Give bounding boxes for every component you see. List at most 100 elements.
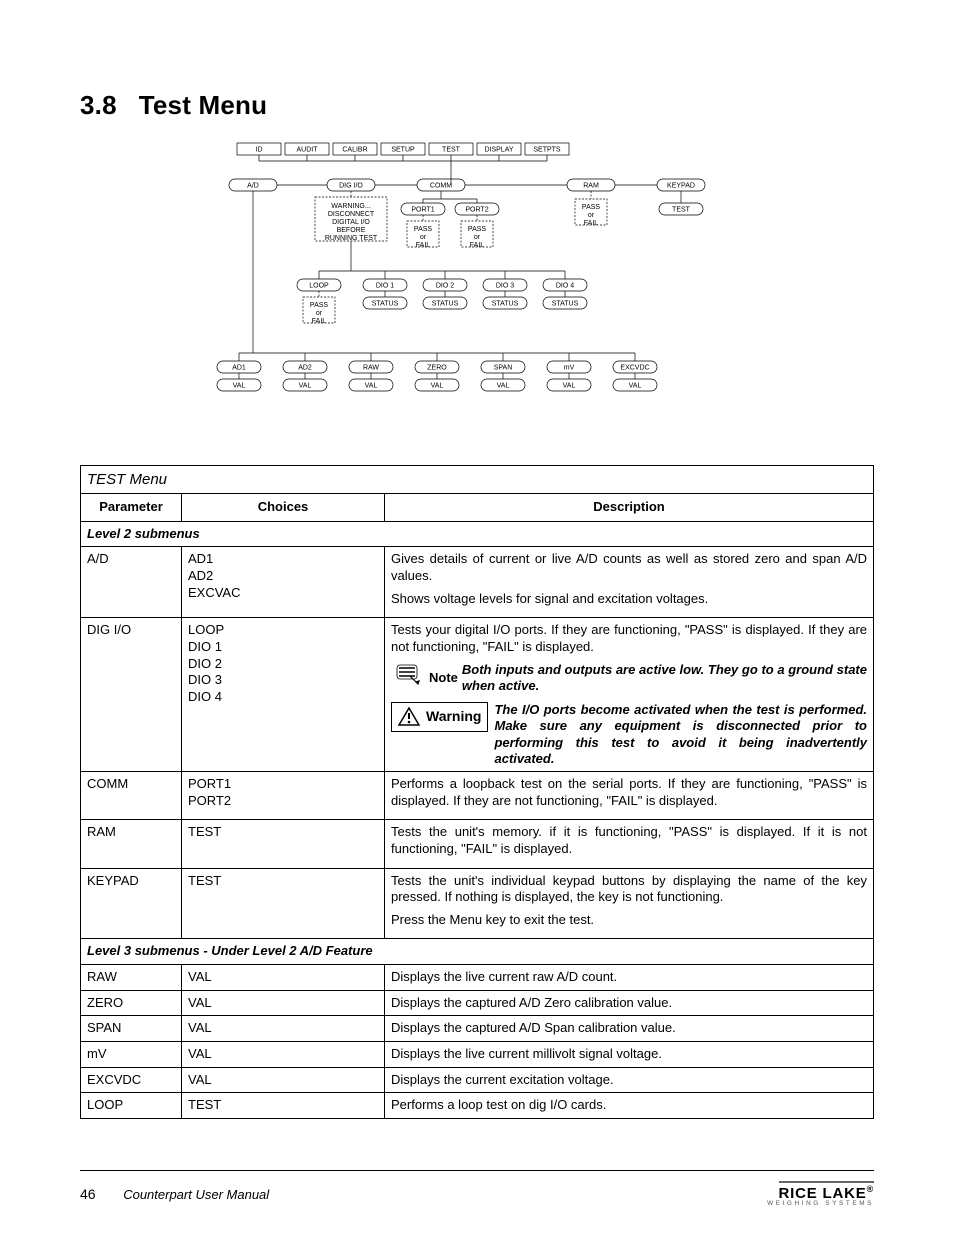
manual-title: Counterpart User Manual [123, 1187, 269, 1202]
svg-text:EXCVDC: EXCVDC [620, 364, 649, 371]
svg-text:DIO 4: DIO 4 [556, 282, 574, 289]
choices-cell: VAL [182, 965, 385, 991]
subhead-level3: Level 3 submenus - Under Level 2 A/D Fea… [81, 939, 874, 965]
svg-text:DIGITAL I/O: DIGITAL I/O [332, 219, 370, 226]
choices-cell: LOOPDIO 1DIO 2DIO 3DIO 4 [182, 618, 385, 772]
choices-cell: VAL [182, 1041, 385, 1067]
svg-text:FAIL: FAIL [312, 318, 327, 325]
svg-text:RAM: RAM [583, 182, 599, 189]
param-cell: DIG I/O [81, 618, 182, 772]
note-text: Both inputs and outputs are active low. … [462, 662, 867, 695]
col-parameter: Parameter [81, 494, 182, 522]
svg-text:PORT2: PORT2 [465, 206, 488, 213]
svg-text:FAIL: FAIL [584, 220, 599, 227]
svg-text:VAL: VAL [299, 382, 312, 389]
svg-text:DISPLAY: DISPLAY [484, 146, 513, 153]
choices-cell: VAL [182, 1067, 385, 1093]
param-cell: mV [81, 1041, 182, 1067]
svg-text:DIO 2: DIO 2 [436, 282, 454, 289]
svg-text:STATUS: STATUS [432, 300, 459, 307]
table-title: TEST Menu [81, 466, 874, 494]
warning-text: The I/O ports become activated when the … [494, 702, 867, 767]
svg-text:or: or [588, 212, 595, 219]
svg-text:CALIBR: CALIBR [342, 146, 367, 153]
desc-cell: Displays the live current millivolt sign… [385, 1041, 874, 1067]
svg-text:or: or [316, 310, 323, 317]
svg-text:SETPTS: SETPTS [533, 146, 561, 153]
svg-text:VAL: VAL [365, 382, 378, 389]
menu-tree-diagram: IDAUDITCALIBRSETUPTESTDISPLAYSETPTS A/DD… [197, 139, 757, 439]
svg-text:PASS: PASS [582, 204, 600, 211]
svg-text:LOOP: LOOP [309, 282, 329, 289]
svg-text:VAL: VAL [497, 382, 510, 389]
param-cell: KEYPAD [81, 868, 182, 939]
svg-text:VAL: VAL [563, 382, 576, 389]
choices-cell: TEST [182, 868, 385, 939]
svg-text:PASS: PASS [468, 226, 486, 233]
svg-text:STATUS: STATUS [372, 300, 399, 307]
note-icon [391, 662, 427, 686]
param-cell: ZERO [81, 990, 182, 1016]
svg-text:KEYPAD: KEYPAD [667, 182, 695, 189]
section-name: Test Menu [139, 90, 267, 120]
svg-text:VAL: VAL [629, 382, 642, 389]
svg-text:TEST: TEST [442, 146, 461, 153]
choices-cell: TEST [182, 1093, 385, 1119]
svg-text:SPAN: SPAN [494, 364, 513, 371]
desc-cell: Performs a loopback test on the serial p… [385, 772, 874, 820]
param-cell: SPAN [81, 1016, 182, 1042]
svg-text:BEFORE: BEFORE [337, 227, 366, 234]
desc-cell: Tests your digital I/O ports. If they ar… [385, 618, 874, 772]
page-footer: 46 Counterpart User Manual RICE LAKE® WE… [80, 1170, 874, 1207]
desc-cell: Tests the unit's individual keypad butto… [385, 868, 874, 939]
svg-text:or: or [420, 234, 427, 241]
choices-cell: VAL [182, 990, 385, 1016]
col-description: Description [385, 494, 874, 522]
svg-text:AUDIT: AUDIT [297, 146, 319, 153]
svg-text:or: or [474, 234, 481, 241]
svg-text:COMM: COMM [430, 182, 452, 189]
choices-cell: TEST [182, 820, 385, 868]
svg-text:A/D: A/D [247, 182, 259, 189]
rice-lake-logo: RICE LAKE® WEIGHING SYSTEMS [767, 1181, 874, 1207]
warning-icon [398, 707, 420, 727]
desc-cell: Displays the captured A/D Span calibrati… [385, 1016, 874, 1042]
svg-text:PASS: PASS [310, 302, 328, 309]
page-number: 46 [80, 1186, 96, 1202]
svg-text:STATUS: STATUS [552, 300, 579, 307]
svg-text:VAL: VAL [233, 382, 246, 389]
param-cell: LOOP [81, 1093, 182, 1119]
section-title: 3.8Test Menu [80, 90, 874, 121]
svg-text:AD1: AD1 [232, 364, 246, 371]
svg-text:ID: ID [256, 146, 263, 153]
choices-cell: PORT1PORT2 [182, 772, 385, 820]
svg-text:DIO 1: DIO 1 [376, 282, 394, 289]
svg-text:DISCONNECT: DISCONNECT [328, 211, 375, 218]
desc-cell: Performs a loop test on dig I/O cards. [385, 1093, 874, 1119]
svg-text:STATUS: STATUS [492, 300, 519, 307]
note-label: Note [429, 670, 458, 687]
svg-text:VAL: VAL [431, 382, 444, 389]
svg-text:PASS: PASS [414, 226, 432, 233]
param-cell: EXCVDC [81, 1067, 182, 1093]
param-cell: COMM [81, 772, 182, 820]
svg-text:TEST: TEST [672, 206, 691, 213]
choices-cell: AD1AD2EXCVAC [182, 547, 385, 618]
svg-text:DIO 3: DIO 3 [496, 282, 514, 289]
test-menu-table: TEST Menu Parameter Choices Description … [80, 465, 874, 1119]
desc-cell: Displays the captured A/D Zero calibrati… [385, 990, 874, 1016]
choices-cell: VAL [182, 1016, 385, 1042]
param-cell: A/D [81, 547, 182, 618]
svg-text:DIG I/O: DIG I/O [339, 182, 363, 189]
warning-label: Warning [391, 702, 488, 732]
desc-cell: Displays the current excitation voltage. [385, 1067, 874, 1093]
svg-text:ZERO: ZERO [427, 364, 447, 371]
param-cell: RAW [81, 965, 182, 991]
desc-cell: Gives details of current or live A/D cou… [385, 547, 874, 618]
svg-text:mV: mV [564, 364, 575, 371]
svg-text:WARNING...: WARNING... [331, 203, 370, 210]
col-choices: Choices [182, 494, 385, 522]
subhead-level2: Level 2 submenus [81, 521, 874, 547]
param-cell: RAM [81, 820, 182, 868]
desc-cell: Tests the unit's memory. if it is functi… [385, 820, 874, 868]
